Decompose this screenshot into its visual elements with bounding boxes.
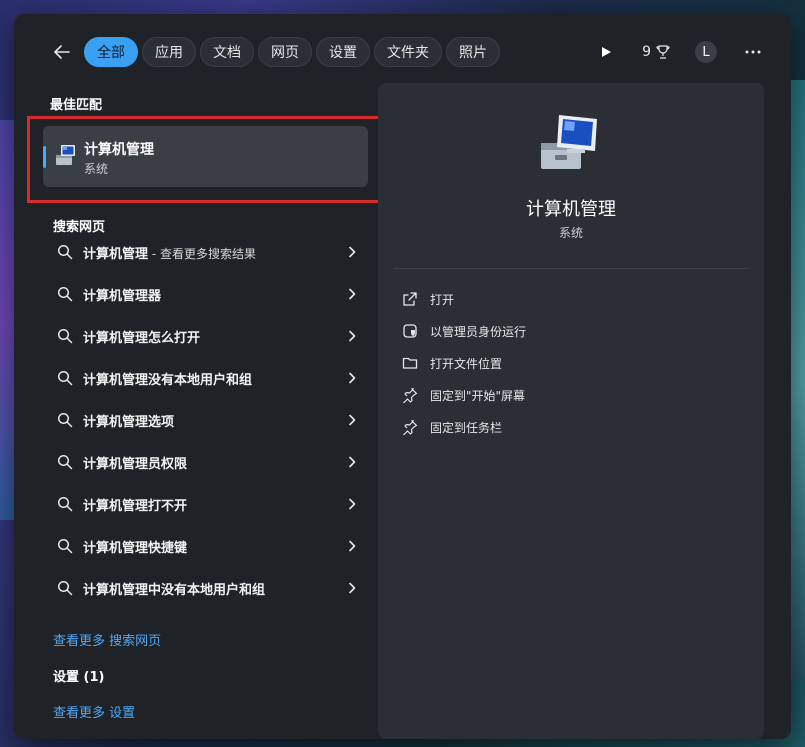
more-settings-link[interactable]: 查看更多 设置 [53,702,135,721]
action-pin-to-start[interactable]: 固定到"开始"屏幕 [402,379,742,411]
selection-indicator [43,146,46,168]
detail-subtitle: 系统 [558,226,583,240]
tab-all[interactable]: 全部 [84,37,138,67]
web-search-item[interactable]: 计算机管理打不开 [43,483,368,525]
chevron-right-icon [349,498,356,510]
chevron-right-icon [349,372,356,384]
chevron-right-icon [349,582,356,594]
web-search-item-text: 计算机管理快捷键 [83,540,188,556]
web-search-item[interactable]: 计算机管理中没有本地用户和组 [43,567,368,609]
search-icon [57,538,73,554]
chevron-right-icon [349,456,356,468]
start-search-panel: 全部 应用 文档 网页 设置 文件夹 照片 9 L 最佳匹配 计算机管理 系统 … [14,14,791,739]
tab-folders[interactable]: 文件夹 [374,37,442,67]
more-horizontal-icon [745,50,761,54]
computer-management-icon [56,145,75,165]
action-run-as-admin[interactable]: 以管理员身份运行 [402,315,742,347]
web-search-list: 计算机管理 - 查看更多搜索结果 计算机管理器 计算机管理怎么打开 计算机管理没… [43,231,368,609]
tab-photos[interactable]: 照片 [446,37,500,67]
web-search-item-text: 计算机管理怎么打开 [83,330,201,346]
search-icon [57,244,73,260]
search-icon [57,286,73,302]
web-search-item-text: 计算机管理器 [83,288,162,304]
web-search-item-text: 计算机管理员权限 [83,456,188,472]
action-list: 打开 以管理员身份运行 打开文件位置 固定到"开始"屏幕 固定到任务栏 [402,283,742,443]
detail-pane: 计算机管理 系统 打开 以管理员身份运行 打开文件位置 固定到"开始"屏幕 固定… [378,83,764,739]
action-open[interactable]: 打开 [402,283,742,315]
web-search-item[interactable]: 计算机管理没有本地用户和组 [43,357,368,399]
web-search-item-text: 计算机管理没有本地用户和组 [83,372,253,388]
trophy-icon [656,45,670,59]
best-match-title: 计算机管理 [84,142,154,158]
divider [394,268,748,269]
pin-icon [403,419,418,435]
more-options-button[interactable] [741,38,765,66]
web-search-item-text: 计算机管理中没有本地用户和组 [83,582,266,598]
web-search-item-text: 计算机管理选项 [83,414,175,430]
tab-documents[interactable]: 文档 [200,37,254,67]
tab-apps[interactable]: 应用 [142,37,196,67]
search-icon [57,370,73,386]
chevron-right-icon [349,246,356,258]
tab-web[interactable]: 网页 [258,37,312,67]
chevron-right-icon [349,330,356,342]
results-column: 最佳匹配 计算机管理 系统 搜索网页 计算机管理 - 查看更多搜索结果 计算机管… [14,86,381,739]
chevron-right-icon [349,414,356,426]
best-match-subtitle: 系统 [84,162,109,176]
detail-title: 计算机管理 [526,199,616,220]
search-icon [57,328,73,344]
top-right-controls: 9 L [594,38,765,66]
chevron-right-icon [349,540,356,552]
back-button[interactable] [50,40,74,64]
play-icon [602,47,612,57]
web-search-item[interactable]: 计算机管理选项 [43,399,368,441]
action-pin-to-taskbar[interactable]: 固定到任务栏 [402,411,742,443]
search-icon [57,496,73,512]
web-search-item[interactable]: 计算机管理 - 查看更多搜索结果 [43,231,368,273]
web-search-item[interactable]: 计算机管理员权限 [43,441,368,483]
filter-tabs: 全部 应用 文档 网页 设置 文件夹 照片 [84,37,500,67]
search-icon [57,412,73,428]
web-search-item-text: 计算机管理打不开 [83,498,188,514]
settings-heading: 设置 (1) [53,670,105,685]
action-open-file-location[interactable]: 打开文件位置 [402,347,742,379]
computer-management-icon [541,115,597,169]
search-icon [57,580,73,596]
chevron-right-icon [349,288,356,300]
web-search-item[interactable]: 计算机管理怎么打开 [43,315,368,357]
arrow-left-icon [54,45,70,59]
web-search-item[interactable]: 计算机管理快捷键 [43,525,368,567]
search-icon [57,454,73,470]
open-external-icon [403,292,417,306]
user-avatar[interactable]: L [695,41,717,63]
best-match-heading: 最佳匹配 [50,98,103,113]
top-bar: 全部 应用 文档 网页 设置 文件夹 照片 9 L [14,14,791,86]
web-search-item-text: 计算机管理 - 查看更多搜索结果 [83,246,256,262]
more-web-results-link[interactable]: 查看更多 搜索网页 [53,630,161,649]
folder-icon [402,357,418,369]
tab-settings[interactable]: 设置 [316,37,370,67]
rewards-button[interactable]: 9 [642,44,671,60]
shield-admin-icon [403,324,417,338]
play-button[interactable] [594,38,618,66]
rewards-count: 9 [642,44,651,60]
pin-icon [403,387,418,403]
best-match-card[interactable]: 计算机管理 系统 [43,126,368,187]
web-search-item[interactable]: 计算机管理器 [43,273,368,315]
